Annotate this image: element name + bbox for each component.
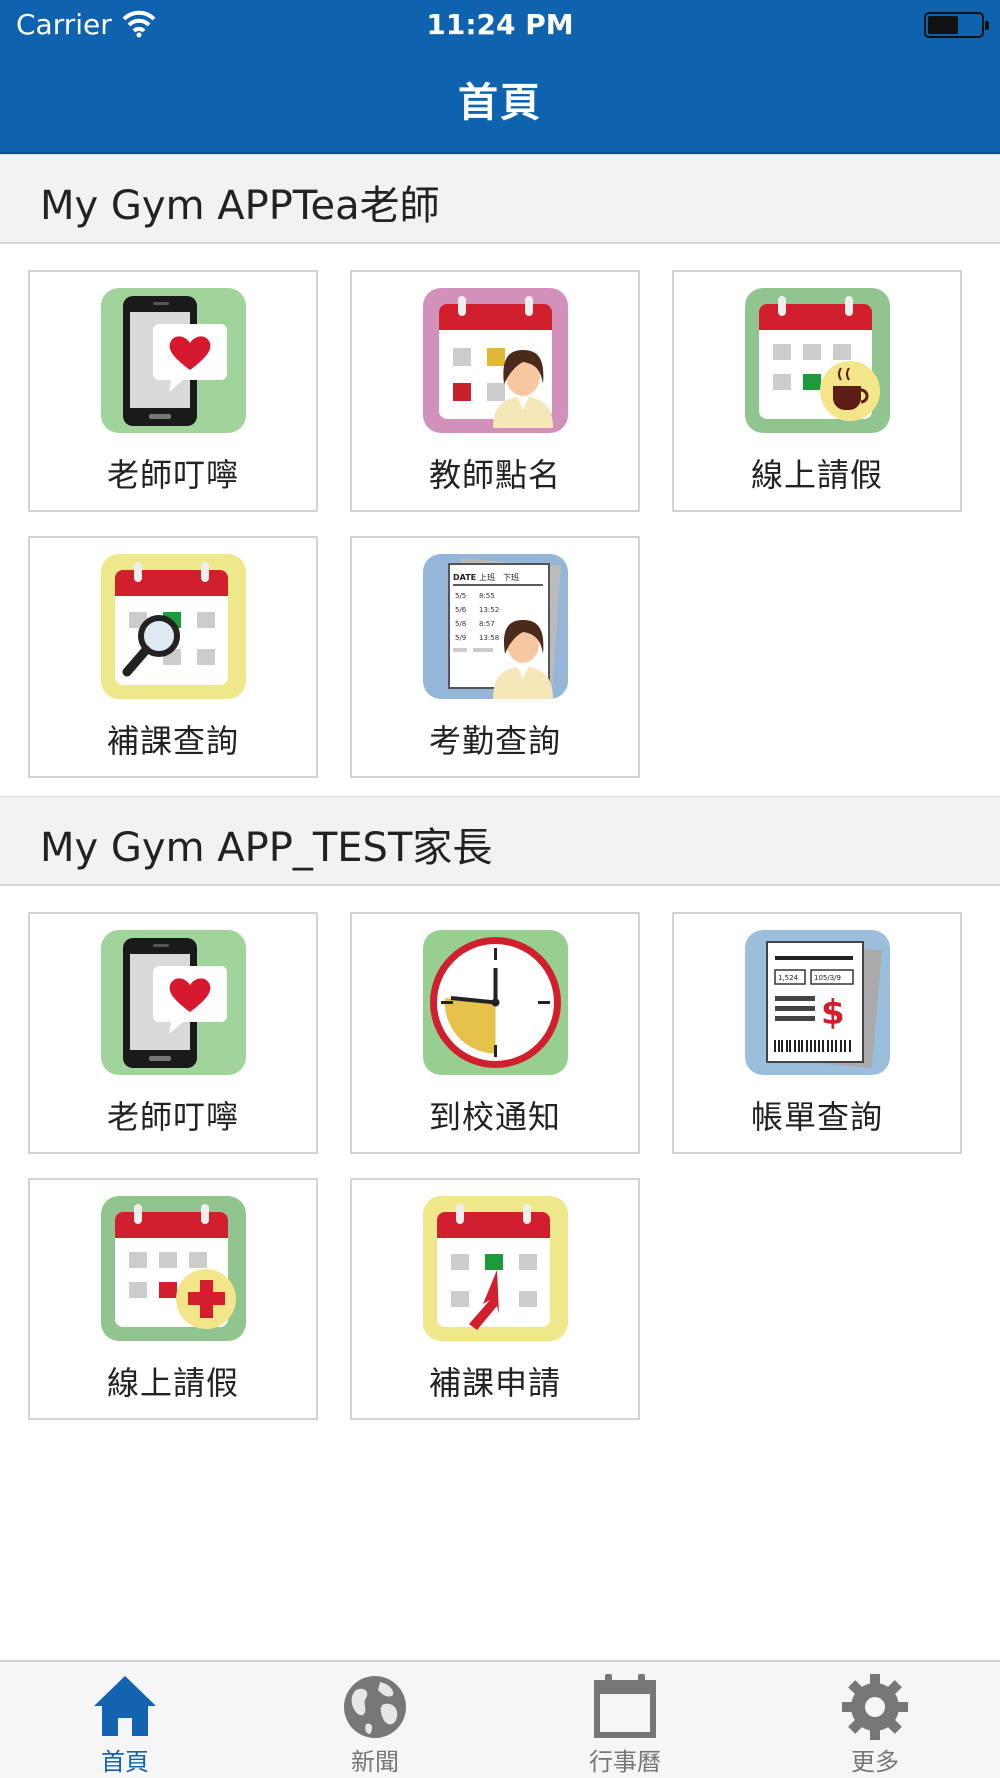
sheet-cell: 5/5 bbox=[455, 592, 466, 600]
page-title: 首頁 bbox=[458, 80, 542, 126]
tile-makeup-apply[interactable]: 補課申請 bbox=[350, 1178, 640, 1420]
calendar-apply-icon bbox=[423, 1196, 568, 1341]
tile-parent-leave[interactable]: 線上請假 bbox=[28, 1178, 318, 1420]
bill-dollar: $ bbox=[821, 993, 845, 1033]
tile-teacher-leave[interactable]: 線上請假 bbox=[672, 270, 962, 512]
tile-label: 線上請假 bbox=[106, 1364, 239, 1402]
tab-label: 更多 bbox=[851, 1748, 899, 1776]
navigation-bar: Carrier 11:24 PM 首頁 bbox=[0, 0, 1000, 154]
status-time: 11:24 PM bbox=[426, 8, 574, 41]
phone-heart-icon bbox=[101, 288, 246, 433]
tile-label: 老師叮嚀 bbox=[106, 456, 239, 494]
globe-icon bbox=[344, 1676, 406, 1738]
sheet-header-date: DATE bbox=[453, 573, 476, 582]
battery-icon bbox=[924, 12, 989, 38]
section-title: My Gym APP_TEST家長 bbox=[40, 825, 493, 871]
tab-calendar[interactable]: 行事曆 bbox=[500, 1662, 750, 1778]
calendar-coffee-icon bbox=[745, 288, 890, 433]
bill-amount: 1,524 bbox=[778, 974, 799, 982]
sheet-cell: 13:58 bbox=[479, 634, 499, 642]
bill-icon: 1,524 105/3/9 $ bbox=[745, 930, 890, 1075]
phone-heart-icon bbox=[101, 930, 246, 1075]
tile-teacher-reminder[interactable]: 老師叮嚀 bbox=[28, 270, 318, 512]
calendar-search-icon bbox=[101, 554, 246, 699]
tab-more[interactable]: 更多 bbox=[750, 1662, 1000, 1778]
calendar-icon bbox=[594, 1674, 656, 1738]
tile-teacher-rollcall[interactable]: 教師點名 bbox=[350, 270, 640, 512]
bill-date: 105/3/9 bbox=[814, 974, 841, 982]
gear-icon bbox=[842, 1674, 908, 1740]
section-header-parent: My Gym APP_TEST家長 bbox=[0, 796, 1000, 886]
sheet-cell: 8:55 bbox=[479, 592, 495, 600]
sheet-header-in: 上班 bbox=[479, 572, 495, 582]
home-icon bbox=[94, 1676, 156, 1736]
tab-bar: 首頁 新聞 行事曆 更多 bbox=[0, 1660, 1000, 1778]
tile-parent-reminder[interactable]: 老師叮嚀 bbox=[28, 912, 318, 1154]
tab-news[interactable]: 新聞 bbox=[250, 1662, 500, 1778]
tile-label: 補課查詢 bbox=[106, 722, 239, 760]
tile-arrival-notice[interactable]: 到校通知 bbox=[350, 912, 640, 1154]
tab-label: 首頁 bbox=[101, 1748, 149, 1776]
sheet-cell: 13:52 bbox=[479, 606, 499, 614]
clock-icon bbox=[423, 930, 568, 1075]
calendar-medical-icon bbox=[101, 1196, 246, 1341]
attendance-sheet-icon: DATE 上班 下班 5/5 8:55 5/6 13:52 5/8 8:57 5… bbox=[423, 554, 568, 699]
tile-makeup-query[interactable]: 補課查詢 bbox=[28, 536, 318, 778]
calendar-teacher-icon bbox=[423, 288, 568, 433]
sheet-cell: 5/8 bbox=[455, 620, 466, 628]
sheet-header-out: 下班 bbox=[503, 572, 519, 582]
sheet-cell: 5/9 bbox=[455, 634, 466, 642]
tile-bill-query[interactable]: 1,524 105/3/9 $ 帳單查詢 bbox=[672, 912, 962, 1154]
sheet-cell: 5/6 bbox=[455, 606, 467, 614]
tile-label: 考勤查詢 bbox=[428, 722, 561, 760]
tile-label: 教師點名 bbox=[428, 456, 561, 494]
tile-label: 線上請假 bbox=[750, 456, 883, 494]
tile-attendance-query[interactable]: DATE 上班 下班 5/5 8:55 5/6 13:52 5/8 8:57 5… bbox=[350, 536, 640, 778]
tile-label: 補課申請 bbox=[428, 1364, 561, 1402]
section-header-teacher: My Gym APPTea老師 bbox=[0, 154, 1000, 244]
tile-label: 老師叮嚀 bbox=[106, 1098, 239, 1136]
tab-home[interactable]: 首頁 bbox=[0, 1662, 250, 1778]
section-title: My Gym APPTea老師 bbox=[40, 183, 440, 229]
status-bar: Carrier 11:24 PM bbox=[0, 0, 1000, 50]
tab-label: 新聞 bbox=[351, 1748, 399, 1776]
tab-label: 行事曆 bbox=[589, 1748, 661, 1776]
tile-label: 帳單查詢 bbox=[750, 1098, 883, 1136]
tile-label: 到校通知 bbox=[428, 1098, 561, 1136]
sheet-cell: 8:57 bbox=[479, 620, 495, 628]
